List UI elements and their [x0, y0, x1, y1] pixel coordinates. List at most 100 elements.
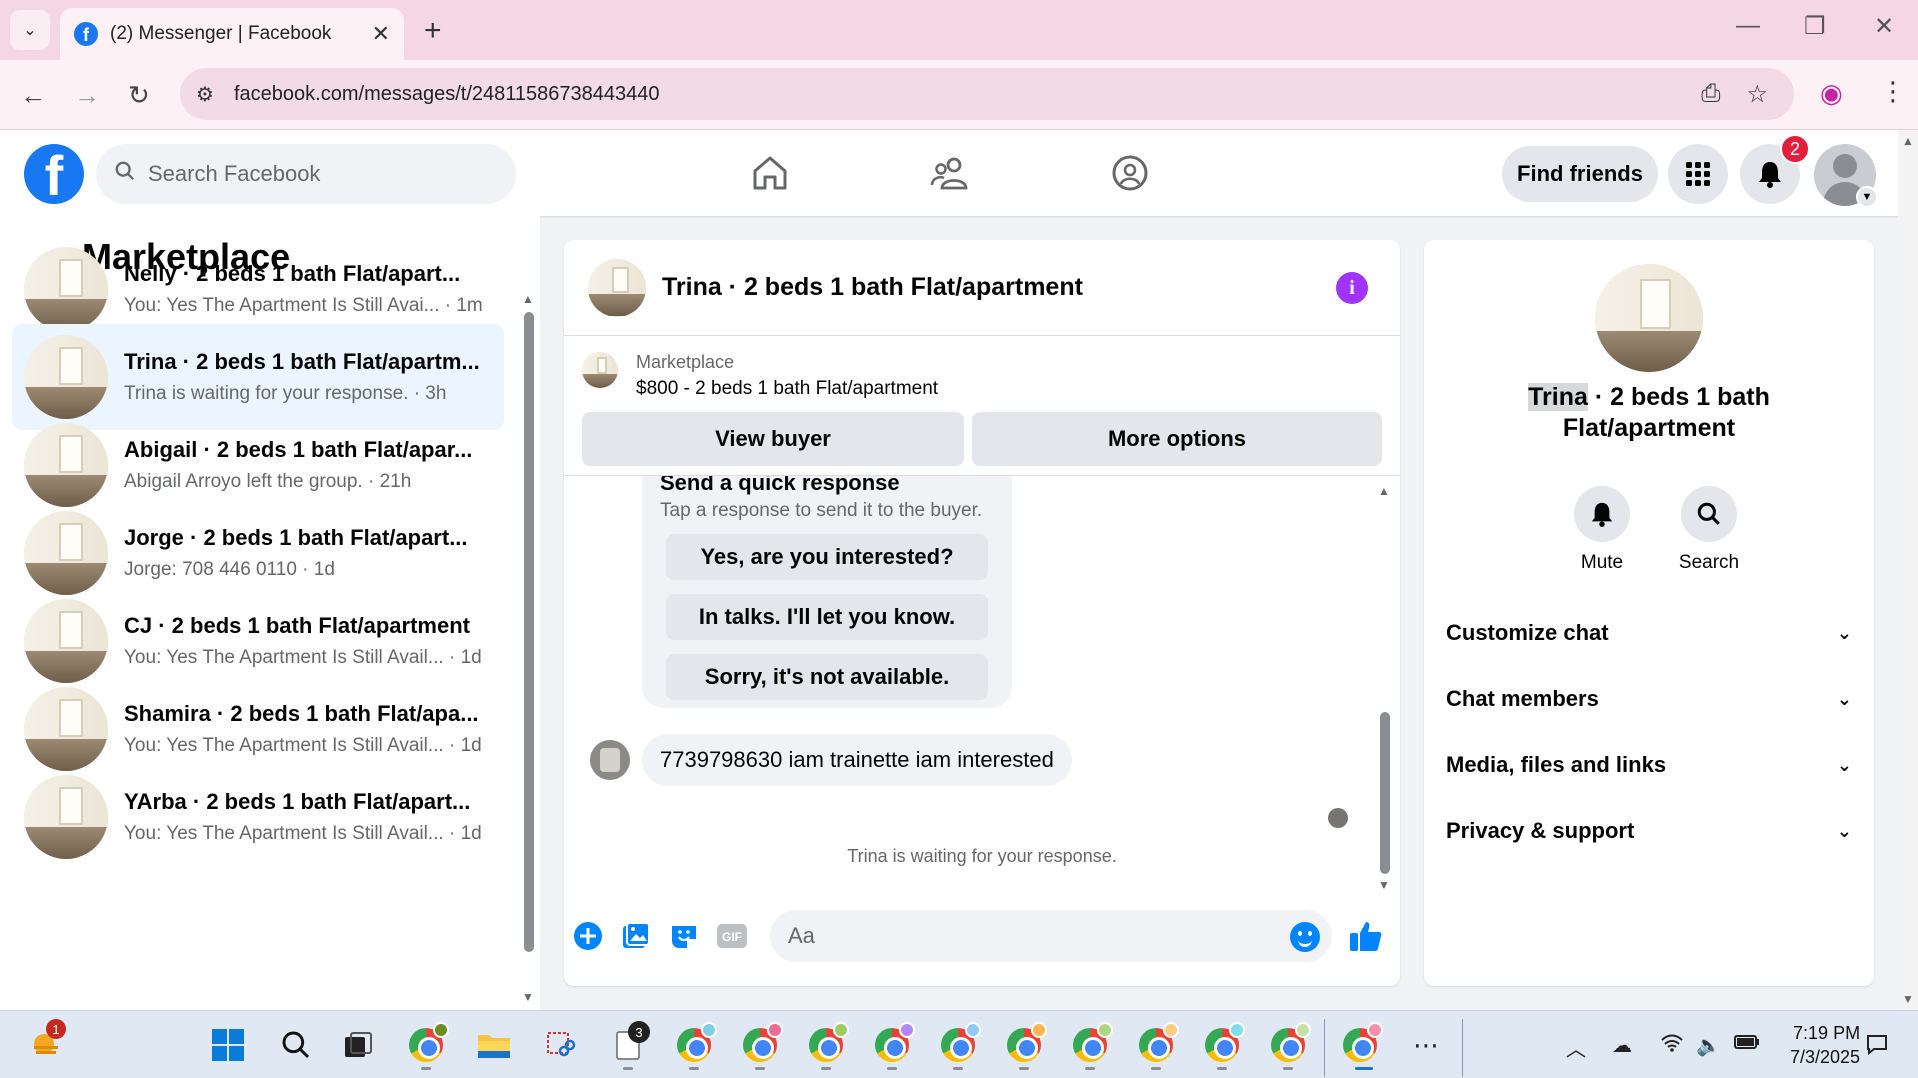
url-text[interactable]: facebook.com/messages/t/2481158673844344…	[234, 83, 1701, 106]
section-label: Media, files and links	[1446, 752, 1667, 777]
conversation-preview: Abigail Arroyo left the group. · 21h	[124, 471, 412, 492]
message-input[interactable]	[788, 923, 1268, 949]
chrome-taskbar-icon[interactable]	[1006, 1022, 1047, 1063]
battery-icon[interactable]	[1734, 1033, 1760, 1057]
tray-overflow-chevron-icon[interactable]: ︿	[1566, 1033, 1586, 1062]
thumbs-up-icon[interactable]	[1348, 918, 1384, 954]
media-files-links-row[interactable]: Media, files and links ⌄	[1446, 740, 1852, 790]
chrome-taskbar-icon[interactable]	[1204, 1022, 1245, 1063]
file-explorer-icon[interactable]	[476, 1027, 512, 1063]
onedrive-cloud-icon[interactable]: ☁	[1612, 1033, 1632, 1058]
volume-icon[interactable]: 🔈	[1696, 1033, 1721, 1058]
browser-menu-icon[interactable]: ⋮	[1880, 76, 1906, 107]
page-scrollbar[interactable]: ▲ ▼	[1898, 130, 1918, 1010]
listing-title[interactable]: $800 - 2 beds 1 bath Flat/apartment	[636, 378, 938, 400]
new-tab-button[interactable]: +	[424, 14, 442, 48]
page-scroll-up-arrow-icon[interactable]: ▲	[1902, 134, 1914, 148]
close-window-button[interactable]: ✕	[1874, 12, 1894, 41]
message-composer: GIF	[564, 904, 1400, 974]
conversation-list-scrollbar[interactable]	[524, 312, 534, 952]
back-arrow-icon[interactable]: ←	[20, 80, 46, 111]
section-label: Chat members	[1446, 686, 1599, 711]
facebook-search-box[interactable]	[96, 144, 516, 204]
chrome-taskbar-icon-active[interactable]	[1342, 1022, 1383, 1063]
search-icon[interactable]	[1681, 486, 1737, 542]
site-settings-icon[interactable]: ⚙	[196, 82, 226, 107]
chat-listing-thumbnail[interactable]	[588, 258, 646, 317]
chevron-down-icon: ⌄	[1836, 622, 1852, 643]
snipping-tool-icon[interactable]	[542, 1027, 578, 1063]
incoming-message-bubble[interactable]: 7739798630 iam trainette iam interested	[642, 734, 1072, 786]
listing-thumbnail	[24, 247, 108, 331]
tab-close-icon[interactable]: ✕	[372, 21, 390, 47]
system-clock[interactable]: 7:19 PM 7/3/2025	[1790, 1021, 1860, 1069]
search-action[interactable]: Search	[1669, 486, 1749, 574]
quick-response-option[interactable]: In talks. I'll let you know.	[666, 594, 988, 640]
address-bar[interactable]: ⚙ facebook.com/messages/t/24811586738443…	[180, 68, 1794, 120]
chat-scrollbar[interactable]	[1380, 712, 1390, 874]
tab-search-button[interactable]: ⌄	[10, 10, 50, 50]
quick-response-option[interactable]: Yes, are you interested?	[666, 534, 988, 580]
chat-title[interactable]: Trina · 2 beds 1 bath Flat/apartment	[662, 273, 1083, 302]
menu-grid-icon[interactable]	[1668, 144, 1728, 204]
scroll-up-arrow-icon[interactable]: ▲	[522, 292, 534, 306]
find-friends-button[interactable]: Find friends	[1502, 146, 1658, 202]
task-view-icon[interactable]	[340, 1027, 376, 1063]
chrome-taskbar-icon[interactable]	[408, 1022, 449, 1063]
mute-action[interactable]: Mute	[1562, 486, 1642, 574]
wifi-icon[interactable]	[1660, 1033, 1684, 1059]
groups-nav-icon[interactable]	[1100, 148, 1160, 198]
view-buyer-button[interactable]: View buyer	[582, 412, 964, 466]
bell-icon[interactable]	[1574, 486, 1630, 542]
more-apps-icon[interactable]: ⋯	[1408, 1027, 1444, 1063]
chrome-taskbar-icon[interactable]	[940, 1022, 981, 1063]
scroll-down-arrow-icon[interactable]: ▼	[522, 990, 534, 1004]
clock-date: 7/3/2025	[1790, 1047, 1861, 1067]
facebook-logo[interactable]: f	[24, 144, 84, 204]
emoji-icon[interactable]	[1290, 922, 1320, 952]
chrome-taskbar-icon[interactable]	[808, 1022, 849, 1063]
notification-center-icon[interactable]	[1866, 1033, 1888, 1061]
taskbar-search-icon[interactable]	[278, 1027, 314, 1063]
quick-response-option[interactable]: Sorry, it's not available.	[666, 654, 988, 700]
profile-listing-thumbnail[interactable]	[1595, 264, 1703, 372]
chat-members-row[interactable]: Chat members ⌄	[1446, 674, 1852, 724]
browser-tab[interactable]: f (2) Messenger | Facebook ✕	[60, 8, 404, 60]
mute-label: Mute	[1580, 552, 1624, 573]
minimize-button[interactable]: —	[1736, 12, 1760, 40]
windows-start-icon[interactable]	[210, 1027, 246, 1063]
more-options-button[interactable]: More options	[972, 412, 1382, 466]
chrome-taskbar-icon[interactable]	[1072, 1022, 1113, 1063]
running-indicator	[1151, 1067, 1161, 1070]
install-app-icon[interactable]: ⎙	[1701, 80, 1720, 108]
conversation-item[interactable]: YArba · 2 beds 1 bath Flat/apart... You:…	[12, 764, 504, 870]
browser-profile-icon[interactable]: ◉	[1820, 78, 1843, 109]
forward-arrow-icon[interactable]: →	[74, 80, 100, 111]
gif-icon[interactable]: GIF	[714, 918, 750, 954]
facebook-search-input[interactable]	[148, 161, 448, 187]
chat-scroll-up-arrow-icon[interactable]: ▲	[1378, 484, 1390, 498]
page-scroll-down-arrow-icon[interactable]: ▼	[1902, 992, 1914, 1006]
sender-avatar[interactable]	[590, 740, 630, 780]
info-icon[interactable]: i	[1336, 272, 1368, 304]
chrome-taskbar-icon[interactable]	[742, 1022, 783, 1063]
chrome-taskbar-icon[interactable]	[874, 1022, 915, 1063]
privacy-support-row[interactable]: Privacy & support ⌄	[1446, 806, 1852, 856]
customize-chat-row[interactable]: Customize chat ⌄	[1446, 608, 1852, 658]
sticker-icon[interactable]	[666, 918, 702, 954]
plus-circle-icon[interactable]	[570, 918, 606, 954]
running-indicator	[821, 1067, 831, 1070]
restore-button[interactable]: ❐	[1804, 12, 1826, 41]
photo-attach-icon[interactable]	[618, 918, 654, 954]
reload-icon[interactable]: ↻	[128, 80, 150, 111]
chrome-taskbar-icon[interactable]	[1270, 1022, 1311, 1063]
message-input-box[interactable]	[770, 910, 1332, 962]
account-chevron-down-icon[interactable]: ▼	[1856, 186, 1878, 208]
chrome-taskbar-icon[interactable]	[676, 1022, 717, 1063]
listing-thumbnail	[24, 423, 108, 507]
chrome-taskbar-icon[interactable]	[1138, 1022, 1179, 1063]
home-nav-icon[interactable]	[740, 148, 800, 198]
chat-scroll-down-arrow-icon[interactable]: ▼	[1378, 878, 1390, 892]
bookmark-star-icon[interactable]: ☆	[1746, 80, 1768, 109]
friends-nav-icon[interactable]	[920, 148, 980, 198]
